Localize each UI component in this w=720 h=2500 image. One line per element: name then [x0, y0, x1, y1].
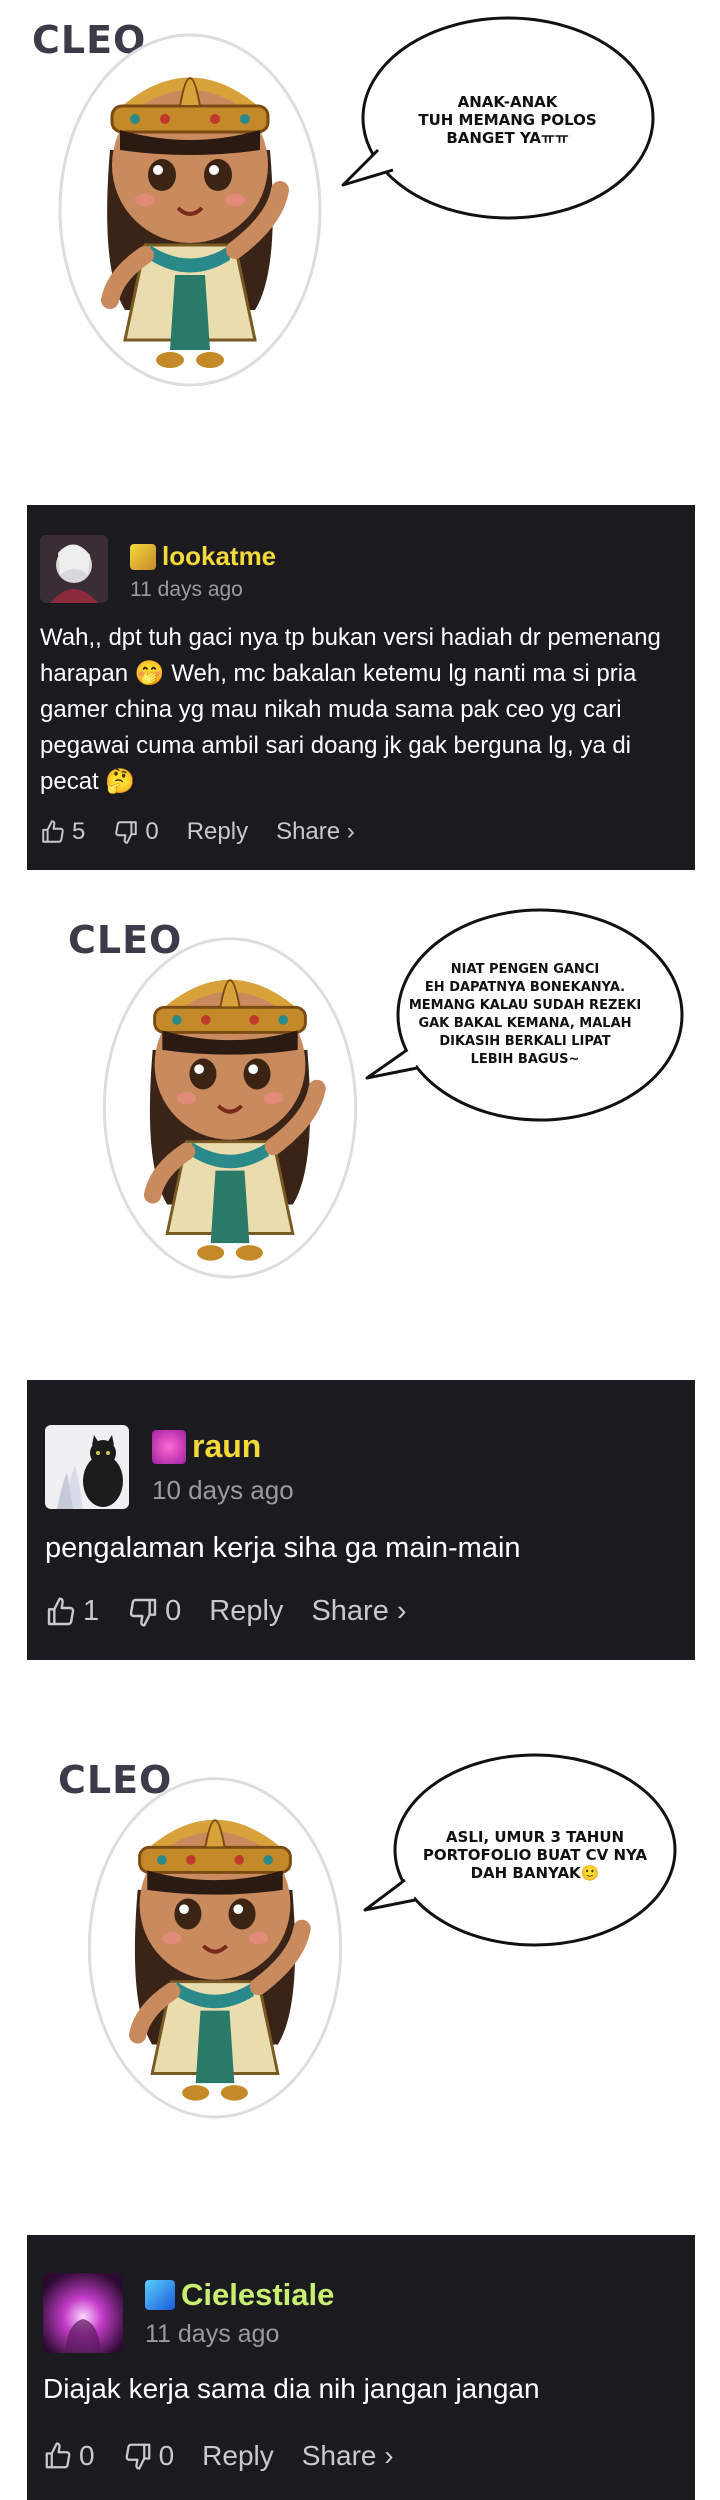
like-button[interactable]: 1	[45, 1595, 99, 1628]
comment-card: raun 10 days ago pengalaman kerja siha g…	[27, 1380, 695, 1660]
cleo-character-illustration	[87, 1777, 343, 2119]
share-button[interactable]: Share ›	[276, 818, 355, 846]
share-button[interactable]: Share ›	[311, 1595, 406, 1628]
thumbs-down-icon	[129, 1598, 157, 1627]
username[interactable]: raun	[192, 1428, 261, 1465]
comment-actions: 0 0 Reply Share ›	[43, 2440, 422, 2472]
comment-card: lookatme 11 days ago Wah,, dpt tuh gaci …	[27, 505, 695, 870]
speech-bubble-text: ANAK-ANAK TUH MEMANG POLOS BANGET YAㅠㅠ	[418, 93, 597, 147]
comment-author: lookatme	[130, 541, 276, 572]
speech-bubble-text: NIAT PENGEN GANCI EH DAPATNYA BONEKANYA.…	[408, 962, 642, 1067]
like-count: 1	[83, 1595, 100, 1627]
speech-bubble-text: ASLI, UMUR 3 TAHUN PORTOFOLIO BUAT CV NY…	[422, 1828, 648, 1882]
thumbs-up-icon	[42, 820, 64, 843]
like-button[interactable]: 5	[40, 818, 85, 846]
comment-text: pengalaman kerja siha ga main-main	[45, 1532, 521, 1564]
cleo-character-illustration	[102, 937, 358, 1279]
cleo-character-illustration	[58, 33, 322, 387]
avatar[interactable]	[40, 535, 108, 603]
comic-panel-1: CLEO ANAK-ANAK TUH MEMANG POLOS BANGET Y…	[0, 0, 720, 500]
like-button[interactable]: 0	[43, 2440, 95, 2472]
dislike-count: 0	[145, 818, 159, 845]
username[interactable]: Cielestiale	[181, 2277, 334, 2313]
share-button[interactable]: Share ›	[302, 2440, 394, 2472]
like-count: 0	[79, 2440, 95, 2471]
dislike-count: 0	[158, 2440, 175, 2471]
avatar[interactable]	[43, 2273, 123, 2353]
thumbs-up-icon	[45, 2442, 71, 2469]
like-count: 5	[72, 818, 86, 845]
comment-actions: 5 0 Reply Share ›	[40, 818, 383, 846]
comment-author: raun	[152, 1428, 261, 1465]
dislike-button[interactable]: 0	[127, 1595, 181, 1628]
user-badge-icon	[152, 1429, 186, 1464]
comic-panel-3: CLEO ASLI, UMUR 3 TAHUN PORTOFOLIO BUAT …	[0, 1740, 720, 2140]
comment-card: Cielestiale 11 days ago Diajak kerja sam…	[27, 2235, 695, 2500]
dislike-button[interactable]: 0	[123, 2440, 175, 2472]
comment-author: Cielestiale	[145, 2277, 334, 2313]
reply-button[interactable]: Reply	[209, 1595, 283, 1628]
reply-button[interactable]: Reply	[187, 818, 248, 846]
comment-actions: 1 0 Reply Share ›	[45, 1595, 435, 1628]
dislike-count: 0	[165, 1595, 182, 1627]
timestamp: 11 days ago	[145, 2320, 280, 2348]
comment-text: Wah,, dpt tuh gaci nya tp bukan versi ha…	[40, 624, 661, 795]
comic-panel-2: CLEO NIAT PENGEN GANCI EH DAPATNYA BONEK…	[0, 900, 720, 1300]
avatar[interactable]	[45, 1425, 129, 1509]
thumbs-down-icon	[115, 821, 138, 844]
thumbs-down-icon	[125, 2443, 150, 2470]
thumbs-up-icon	[47, 1596, 75, 1625]
timestamp: 11 days ago	[130, 578, 243, 601]
dislike-button[interactable]: 0	[113, 818, 159, 846]
username[interactable]: lookatme	[162, 541, 276, 572]
comment-text: Diajak kerja sama dia nih jangan jangan	[43, 2373, 540, 2404]
reply-button[interactable]: Reply	[202, 2440, 274, 2472]
timestamp: 10 days ago	[152, 1475, 294, 1505]
user-badge-icon	[130, 543, 156, 570]
user-badge-icon	[145, 2280, 175, 2310]
